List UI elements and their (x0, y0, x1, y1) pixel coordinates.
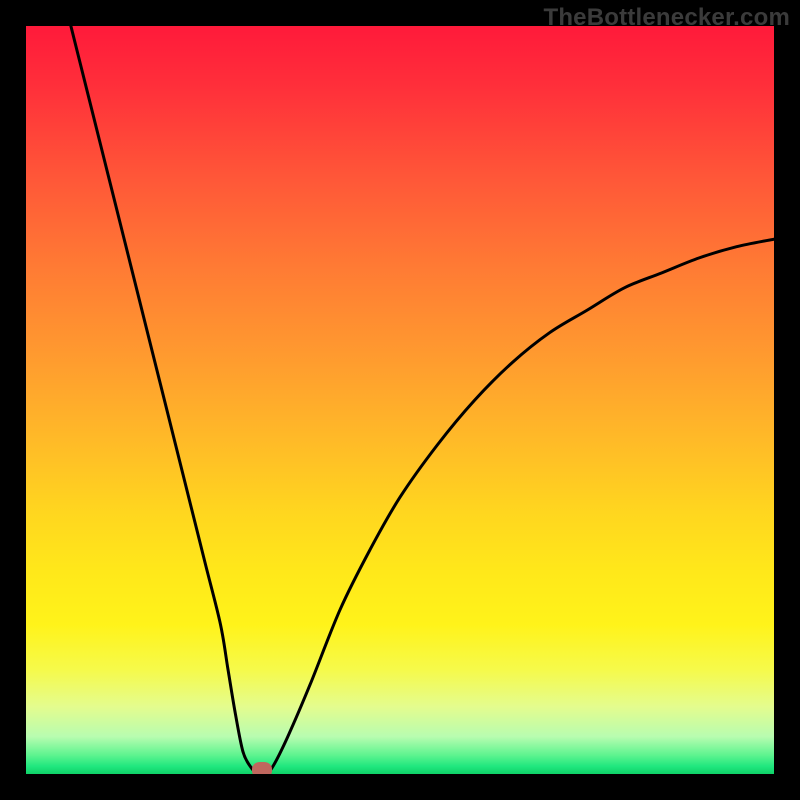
bottleneck-curve (26, 26, 774, 774)
plot-area (26, 26, 774, 774)
chart-frame: TheBottlenecker.com (0, 0, 800, 800)
optimal-point-marker (252, 762, 272, 774)
attribution-label: TheBottlenecker.com (543, 4, 790, 32)
